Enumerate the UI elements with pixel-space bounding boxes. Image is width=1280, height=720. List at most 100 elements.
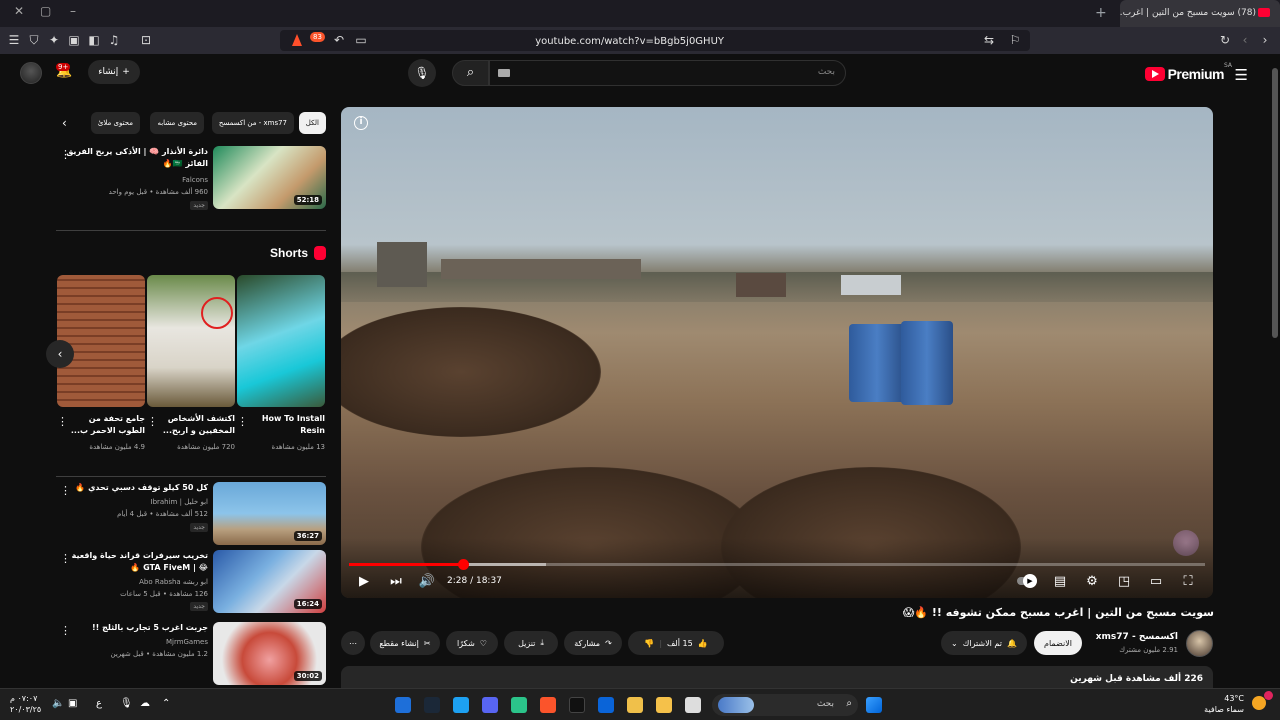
browser-tab[interactable]: (78) سويت مسبح من التين | اغرب… — [1120, 0, 1280, 27]
short-title[interactable]: جامع تحفة من الطوب الاحمر ب... — [69, 413, 145, 437]
share-icon[interactable]: ↶ — [332, 33, 346, 47]
file-explorer-icon[interactable] — [656, 697, 672, 713]
list-item[interactable]: 52:18 دائرة الأنذار 🧠 | الأذكى يربح الفر… — [56, 146, 326, 216]
voice-search-button[interactable]: 🎙 — [408, 59, 436, 87]
site-settings-icon[interactable]: ⇆ — [982, 33, 996, 47]
video-player[interactable]: i ▶ ⏭ 🔊 2:28 / 18:37 ▶ ▤ ⚙ ◳ ▭ ⛶ — [341, 107, 1213, 598]
thanks-button[interactable]: ♡ شكرًا — [446, 631, 498, 655]
channel-name[interactable]: ابو ربشه Abo Rabsha — [64, 578, 208, 586]
chip-from-channel[interactable]: من اكسمسح - xms77 — [211, 112, 294, 134]
short-thumbnail[interactable] — [147, 275, 235, 407]
shields-count-badge[interactable]: 83 — [310, 32, 325, 42]
volume-icon[interactable]: 🔊 — [418, 573, 436, 591]
more-vertical-icon[interactable]: ⋮ — [60, 552, 71, 565]
bookmark-icon[interactable]: ⚐ — [1008, 33, 1022, 47]
new-tab-icon[interactable]: + — [1095, 5, 1107, 21]
minimize-window-icon[interactable]: – — [70, 4, 76, 18]
subscribed-button[interactable]: 🔔 تم الاشتراك ⌄ — [941, 631, 1027, 655]
forward-icon[interactable]: › — [1258, 33, 1272, 47]
close-window-icon[interactable]: ✕ — [14, 4, 24, 18]
more-vertical-icon[interactable]: ⋮ — [60, 148, 71, 161]
more-vertical-icon[interactable]: ⋮ — [60, 484, 71, 497]
join-button[interactable]: الانضمام — [1034, 631, 1082, 655]
chip-similar[interactable]: محتوى مشابه — [150, 112, 204, 134]
scrollbar-thumb[interactable] — [1272, 68, 1278, 338]
more-actions-button[interactable]: ⋯ — [341, 631, 365, 655]
video-title[interactable]: كل 50 كيلو توقف دسبي تحدي 🔥 — [64, 482, 208, 494]
create-button[interactable]: إنشاء + — [88, 60, 140, 84]
microphone-icon[interactable]: 🎙 — [120, 698, 133, 709]
store-app-icon[interactable] — [395, 697, 411, 713]
short-thumbnail[interactable] — [237, 275, 325, 407]
address-bar[interactable]: 83 ↶ ▭ youtube.com/watch?v=bBgb5j0GHUY ⇆… — [280, 30, 1030, 51]
keyboard-icon[interactable] — [498, 69, 510, 77]
media-icon[interactable]: ♫ — [107, 33, 121, 47]
miniplayer-icon[interactable]: ◳ — [1115, 573, 1133, 591]
wallet-icon[interactable]: ▣ — [67, 33, 81, 47]
ms-store-icon[interactable] — [627, 697, 643, 713]
xbox-app-icon[interactable] — [511, 697, 527, 713]
extensions-icon[interactable]: ✦ — [47, 33, 61, 47]
short-item[interactable]: How To Install Resin 13 مليون مشاهدة ⋮ — [237, 275, 325, 451]
speaker-icon[interactable]: 🔈 — [52, 698, 64, 709]
youtube-logo[interactable]: Premium SA — [1144, 62, 1232, 84]
language-indicator[interactable]: ع — [96, 698, 102, 709]
more-vertical-icon[interactable]: ⋮ — [57, 415, 68, 428]
progress-bar[interactable] — [349, 559, 1205, 570]
clip-button[interactable]: ✂ إنشاء مقطع — [370, 631, 440, 655]
shorts-prev-button[interactable]: ‹ — [46, 340, 74, 368]
autoplay-play-icon[interactable]: ▶ — [1023, 574, 1037, 588]
page-scrollbar[interactable] — [1270, 54, 1280, 688]
chip-all[interactable]: الكل — [298, 112, 326, 134]
video-thumbnail[interactable]: 16:24 — [213, 550, 326, 613]
short-thumbnail[interactable] — [57, 275, 145, 407]
guide-menu-icon[interactable]: ☰ — [1235, 66, 1248, 84]
next-icon[interactable]: ⏭ — [387, 573, 405, 591]
video-title[interactable]: تخريب سيرفرات قراند حياة واقعية 😂 | GTA … — [64, 550, 208, 574]
clock[interactable]: ٠٧:٠٧ م ٢٠/٠٣/٢٥ — [10, 693, 41, 715]
play-icon[interactable]: ▶ — [355, 573, 373, 591]
video-thumbnail[interactable]: 52:18 — [213, 146, 326, 209]
onedrive-icon[interactable]: ☁ — [140, 698, 150, 709]
network-icon[interactable]: ▣ — [68, 698, 77, 709]
like-dislike-button[interactable]: 👍 15 ألف | 👎 — [628, 631, 724, 655]
channel-name[interactable]: اكسمسح - xms77 — [1096, 632, 1178, 642]
info-icon[interactable]: i — [354, 116, 368, 130]
download-button[interactable]: ⤓ تنزيل — [504, 631, 558, 655]
sidebar-icon[interactable]: ◧ — [87, 33, 101, 47]
list-item[interactable]: 30:02 جربت اغرب 5 تجارب بالثلج !! MjrmGa… — [56, 622, 326, 685]
video-thumbnail[interactable]: 30:02 — [213, 622, 326, 685]
menu-icon[interactable]: ☰ — [7, 33, 21, 47]
account-avatar[interactable] — [20, 62, 42, 84]
settings-gear-icon[interactable]: ⚙ — [1083, 573, 1101, 591]
more-vertical-icon[interactable]: ⋮ — [237, 415, 248, 428]
brave-app-icon[interactable] — [540, 697, 556, 713]
short-title[interactable]: اكتشف الأشخاص المخفيين و اربح... — [159, 413, 235, 437]
channel-avatar[interactable] — [1186, 630, 1213, 657]
theater-mode-icon[interactable]: ▭ — [1147, 573, 1165, 591]
chip-related[interactable]: محتوى ملائ — [90, 112, 140, 134]
tiktok-app-icon[interactable] — [569, 697, 585, 713]
channel-name[interactable]: MjrmGames — [64, 638, 208, 646]
video-title[interactable]: دائرة الأنذار 🧠 | الأذكى يربح الفريق الف… — [64, 146, 208, 170]
short-title[interactable]: How To Install Resin — [249, 413, 325, 437]
tray-chevron-icon[interactable]: ⌃ — [162, 698, 170, 709]
share-button[interactable]: ↷ مشاركة — [564, 631, 622, 655]
short-item[interactable]: جامع تحفة من الطوب الاحمر ب... 4.9 مليون… — [57, 275, 145, 451]
list-item[interactable]: 36:27 كل 50 كيلو توقف دسبي تحدي 🔥 ابو خل… — [56, 482, 326, 545]
task-view-icon[interactable] — [685, 697, 701, 713]
channel-name[interactable]: Falcons — [64, 176, 208, 184]
reload-icon[interactable]: ↻ — [1218, 33, 1232, 47]
taskbar-search[interactable]: بحث ⌕ — [712, 694, 858, 716]
reader-icon[interactable]: ▭ — [354, 33, 368, 47]
more-vertical-icon[interactable]: ⋮ — [147, 415, 158, 428]
screenshot-icon[interactable]: ⊡ — [139, 33, 153, 47]
discord-app-icon[interactable] — [482, 697, 498, 713]
fullscreen-icon[interactable]: ⛶ — [1179, 573, 1197, 591]
subtitles-icon[interactable]: ▤ — [1051, 573, 1069, 591]
short-item[interactable]: اكتشف الأشخاص المخفيين و اربح... 720 ملي… — [147, 275, 235, 451]
list-item[interactable]: 16:24 تخريب سيرفرات قراند حياة واقعية 😂 … — [56, 550, 326, 613]
video-thumbnail[interactable]: 36:27 — [213, 482, 326, 545]
steam-app-icon[interactable] — [424, 697, 440, 713]
channel-name[interactable]: ابو خليل | Ibrahim — [64, 498, 209, 506]
